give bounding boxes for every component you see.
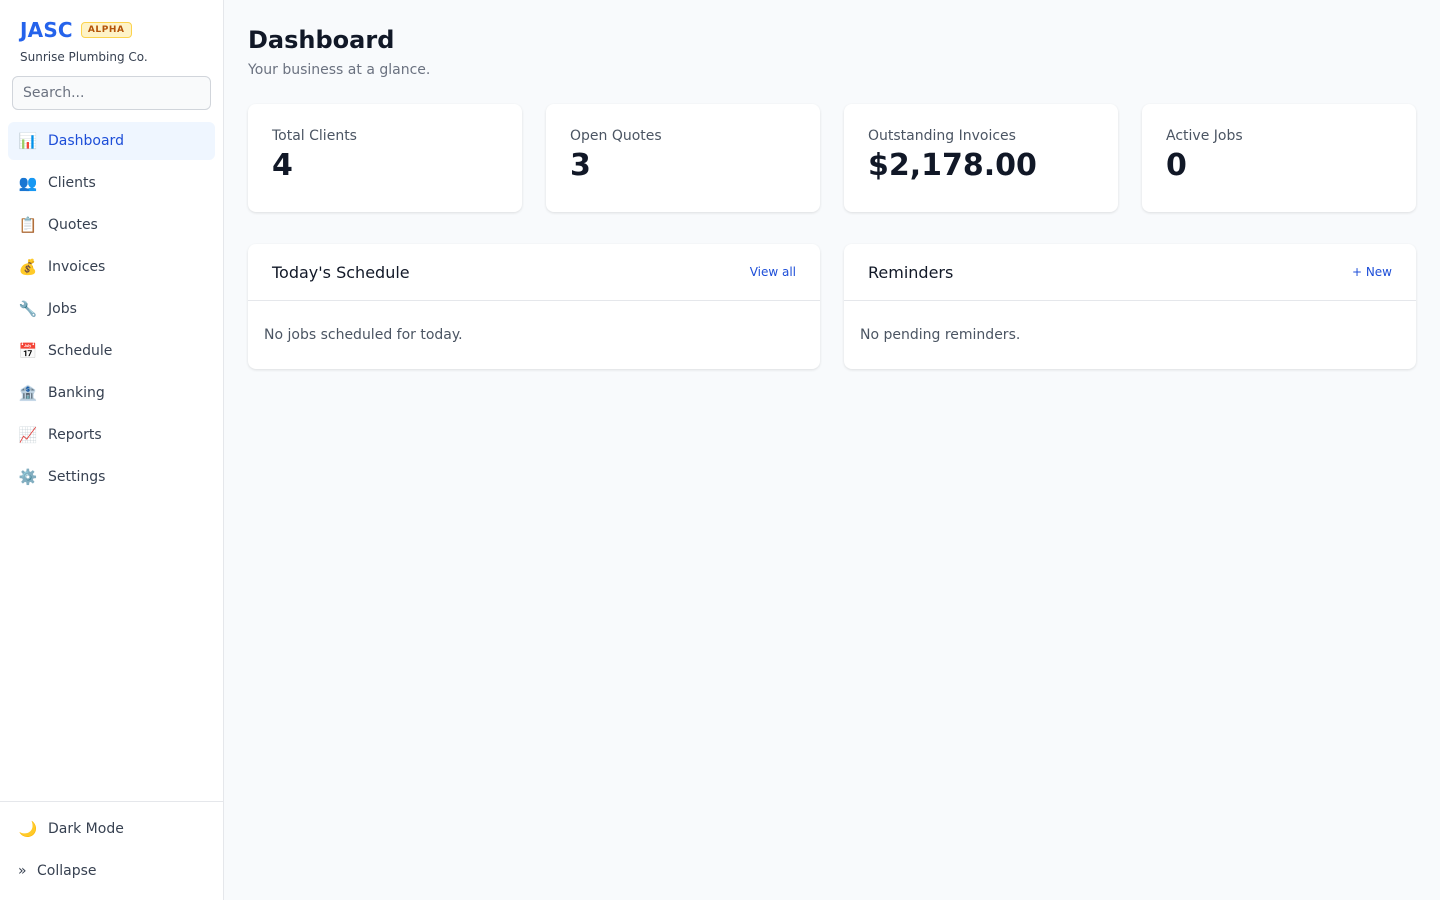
chevrons-right-icon: » <box>18 863 27 879</box>
collapse-button[interactable]: » Collapse <box>8 852 215 890</box>
view-all-link[interactable]: View all <box>750 265 796 279</box>
panel-header: Reminders + New <box>844 244 1416 301</box>
stat-card-open-quotes: Open Quotes 3 <box>546 104 820 212</box>
stat-card-active-jobs: Active Jobs 0 <box>1142 104 1416 212</box>
panel-title: Today's Schedule <box>272 262 410 282</box>
sidebar-item-label: Settings <box>48 469 106 485</box>
clipboard-icon: 📋 <box>18 216 38 234</box>
panel-header: Today's Schedule View all <box>248 244 820 301</box>
money-bag-icon: 💰 <box>18 258 38 276</box>
sidebar-item-label: Invoices <box>48 259 106 275</box>
gear-icon: ⚙️ <box>18 468 38 486</box>
sidebar-item-jobs[interactable]: 🔧 Jobs <box>8 290 215 328</box>
schedule-panel: Today's Schedule View all No jobs schedu… <box>248 244 820 369</box>
schedule-empty-message: No jobs scheduled for today. <box>264 327 463 343</box>
moon-icon: 🌙 <box>18 820 38 838</box>
stat-value: 0 <box>1166 148 1187 183</box>
new-reminder-link[interactable]: + New <box>1352 265 1392 279</box>
sidebar-item-label: Clients <box>48 175 96 191</box>
alpha-badge: ALPHA <box>80 22 132 38</box>
trend-chart-icon: 📈 <box>18 426 38 444</box>
stat-label: Active Jobs <box>1166 128 1243 144</box>
search-wrap <box>0 64 223 110</box>
panel-title: Reminders <box>868 262 954 282</box>
stat-label: Total Clients <box>272 128 357 144</box>
sidebar-item-label: Reports <box>48 427 102 443</box>
wrench-icon: 🔧 <box>18 300 38 318</box>
sidebar: JASC ALPHA Sunrise Plumbing Co. 📊 Dashbo… <box>0 0 224 900</box>
sidebar-item-label: Quotes <box>48 217 98 233</box>
stat-card-outstanding-invoices: Outstanding Invoices $2,178.00 <box>844 104 1118 212</box>
brand: JASC ALPHA Sunrise Plumbing Co. <box>0 0 223 64</box>
sidebar-item-label: Dashboard <box>48 133 124 149</box>
sidebar-item-label: Banking <box>48 385 105 401</box>
sidebar-item-dashboard[interactable]: 📊 Dashboard <box>8 122 215 160</box>
sidebar-item-clients[interactable]: 👥 Clients <box>8 164 215 202</box>
stat-value: 3 <box>570 148 591 183</box>
sidebar-item-label: Jobs <box>48 301 77 317</box>
search-input[interactable] <box>12 76 211 110</box>
reminders-empty-message: No pending reminders. <box>860 327 1021 343</box>
bar-chart-icon: 📊 <box>18 132 38 150</box>
sidebar-item-settings[interactable]: ⚙️ Settings <box>8 458 215 496</box>
bank-icon: 🏦 <box>18 384 38 402</box>
sidebar-nav: 📊 Dashboard 👥 Clients 📋 Quotes 💰 Invoice… <box>0 110 223 496</box>
calendar-icon: 📅 <box>18 342 38 360</box>
sidebar-item-reports[interactable]: 📈 Reports <box>8 416 215 454</box>
sidebar-item-schedule[interactable]: 📅 Schedule <box>8 332 215 370</box>
stat-card-total-clients: Total Clients 4 <box>248 104 522 212</box>
stat-value: $2,178.00 <box>868 148 1037 183</box>
sidebar-item-invoices[interactable]: 💰 Invoices <box>8 248 215 286</box>
panels-row: Today's Schedule View all No jobs schedu… <box>248 244 1416 369</box>
reminders-panel: Reminders + New No pending reminders. <box>844 244 1416 369</box>
sidebar-item-label: Schedule <box>48 343 113 359</box>
stat-label: Open Quotes <box>570 128 662 144</box>
dark-mode-toggle[interactable]: 🌙 Dark Mode <box>8 810 215 848</box>
collapse-label: Collapse <box>37 863 97 879</box>
stat-value: 4 <box>272 148 293 183</box>
company-name: Sunrise Plumbing Co. <box>20 50 148 64</box>
stats-row: Total Clients 4 Open Quotes 3 Outstandin… <box>248 104 1416 212</box>
stat-label: Outstanding Invoices <box>868 128 1016 144</box>
brand-row: JASC ALPHA <box>20 18 203 42</box>
app-logo[interactable]: JASC <box>20 18 73 42</box>
users-icon: 👥 <box>18 174 38 192</box>
sidebar-item-quotes[interactable]: 📋 Quotes <box>8 206 215 244</box>
page-subtitle: Your business at a glance. <box>248 62 431 78</box>
dark-mode-label: Dark Mode <box>48 821 124 837</box>
main-content: Dashboard Your business at a glance. Tot… <box>224 0 1440 900</box>
page-title: Dashboard <box>248 26 395 54</box>
sidebar-footer: 🌙 Dark Mode » Collapse <box>0 801 223 900</box>
sidebar-item-banking[interactable]: 🏦 Banking <box>8 374 215 412</box>
